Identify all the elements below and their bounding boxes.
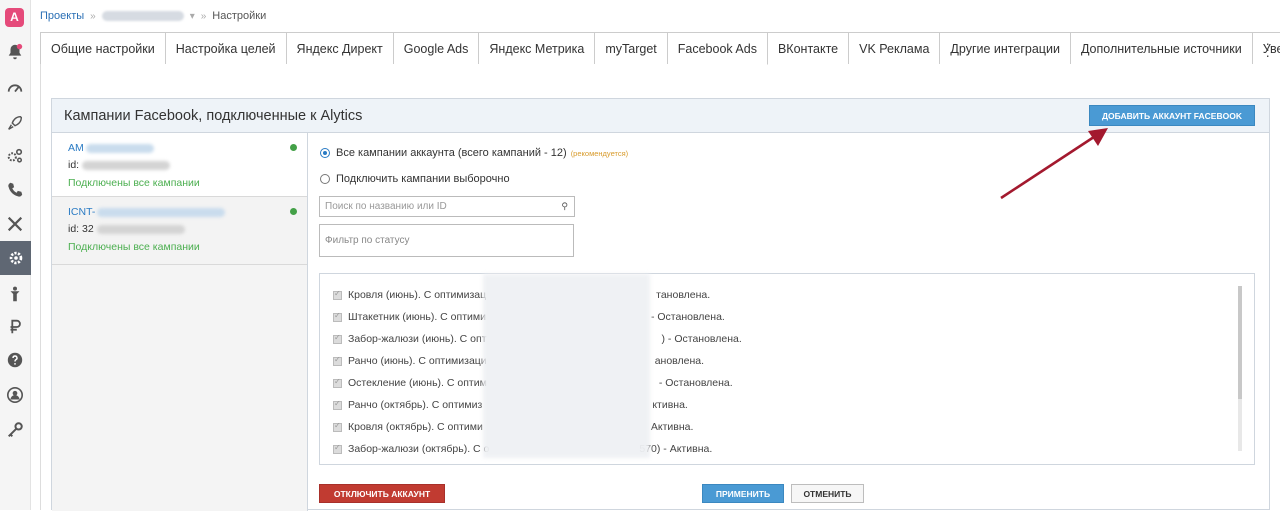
campaign-checkbox[interactable]	[333, 377, 342, 388]
account-name[interactable]: ICNT-	[68, 206, 307, 218]
account-item[interactable]: ICNT- id: 32 Подключены все кампании	[52, 197, 307, 265]
notifications-icon[interactable]	[4, 41, 26, 63]
account-status: Подключены все кампании	[68, 177, 200, 189]
panel-title: Кампании Facebook, подключенные к Alytic…	[64, 108, 363, 124]
campaign-checkbox[interactable]	[333, 399, 342, 410]
tab-general[interactable]: Общие настройки	[40, 32, 166, 64]
tab-google-ads[interactable]: Google Ads	[393, 32, 480, 64]
chevron-down-icon[interactable]: ▾	[190, 11, 195, 22]
tab-mytarget[interactable]: myTarget	[595, 32, 668, 64]
campaign-checkbox[interactable]	[333, 443, 342, 454]
breadcrumb-separator-icon: »	[90, 10, 96, 22]
tab-goals[interactable]: Настройка целей	[165, 32, 287, 64]
tab-additional-sources[interactable]: Дополнительные источники	[1070, 32, 1253, 64]
option-all-label: Все кампании аккаунта (всего кампаний - …	[336, 147, 567, 159]
account-list: AM id: Подключены все кампании ICNT- id:…	[52, 133, 308, 511]
campaign-checkbox[interactable]	[333, 311, 342, 322]
key-icon[interactable]	[4, 419, 26, 441]
tools-icon[interactable]	[4, 213, 26, 235]
radio-all-campaigns[interactable]	[320, 148, 330, 158]
person-icon[interactable]	[4, 283, 26, 305]
filter-placeholder: Фильтр по статусу	[325, 235, 410, 246]
add-facebook-account-button[interactable]: ДОБАВИТЬ АККАУНТ FACEBOOK	[1089, 105, 1255, 126]
breadcrumb: Проекты » ▾ » Настройки	[40, 10, 266, 22]
tab-yandex-direct[interactable]: Яндекс Директ	[286, 32, 394, 64]
option-selective-label: Подключить кампании выборочно	[336, 173, 510, 185]
user-profile-icon[interactable]	[4, 384, 26, 406]
tab-yandex-metrika[interactable]: Яндекс Метрика	[479, 32, 596, 64]
search-placeholder: Поиск по названию или ID	[325, 201, 447, 212]
radio-selective-campaigns[interactable]	[320, 174, 330, 184]
facebook-campaigns-panel: Кампании Facebook, подключенные к Alytic…	[51, 98, 1270, 511]
tab-vkontakte[interactable]: ВКонтакте	[767, 32, 850, 64]
icon-rail: A	[0, 0, 31, 510]
settings-tabs: Общие настройки Настройка целей Яндекс Д…	[40, 32, 1280, 65]
campaign-scrollbar-thumb[interactable]	[1238, 286, 1242, 399]
account-name[interactable]: AM	[68, 142, 307, 154]
tab-other-integrations[interactable]: Другие интеграции	[940, 32, 1071, 64]
status-dot-icon	[290, 144, 297, 151]
rocket-icon[interactable]	[4, 112, 26, 134]
cancel-button[interactable]: ОТМЕНИТЬ	[791, 484, 864, 503]
account-id: id:	[68, 159, 307, 171]
disconnect-account-button[interactable]: ОТКЛЮЧИТЬ АККАУНТ	[319, 484, 445, 503]
app-logo[interactable]: A	[5, 8, 24, 27]
campaign-checkbox[interactable]	[333, 355, 342, 366]
settings-gear-icon[interactable]	[0, 241, 31, 275]
help-icon[interactable]	[4, 349, 26, 371]
option-all-campaigns[interactable]: Все кампании аккаунта (всего кампаний - …	[320, 147, 628, 159]
search-icon: ⚲	[561, 201, 568, 211]
breadcrumb-separator-icon: »	[200, 10, 207, 22]
recommended-hint: (рекомендуется)	[570, 148, 629, 158]
account-id: id: 32	[68, 223, 307, 235]
search-input[interactable]: Поиск по названию или ID ⚲	[319, 196, 575, 217]
campaign-checkbox[interactable]	[333, 289, 342, 300]
campaign-checkbox[interactable]	[333, 421, 342, 432]
account-status: Подключены все кампании	[68, 241, 200, 253]
project-selector[interactable]	[101, 11, 184, 21]
status-filter-input[interactable]: Фильтр по статусу	[319, 224, 574, 257]
option-selective-campaigns[interactable]: Подключить кампании выборочно	[320, 173, 510, 185]
ruble-icon[interactable]	[4, 316, 26, 338]
redacted-ids-blur	[483, 274, 650, 458]
tab-facebook-ads[interactable]: Facebook Ads	[667, 32, 768, 65]
campaign-list: Кровля (июнь). С оптимизацтановлена. Шта…	[319, 273, 1255, 465]
more-tabs-kebab-icon[interactable]: · · ·	[1265, 36, 1270, 62]
account-item[interactable]: AM id: Подключены все кампании	[52, 133, 307, 197]
tab-vk-reklama[interactable]: VK Реклама	[849, 32, 941, 64]
apply-button[interactable]: ПРИМЕНИТЬ	[702, 484, 784, 503]
breadcrumb-projects-link[interactable]: Проекты	[40, 10, 84, 22]
breadcrumb-current: Настройки	[212, 10, 267, 22]
dashboard-gauge-icon[interactable]	[4, 77, 26, 99]
phone-icon[interactable]	[4, 179, 26, 201]
status-dot-icon	[290, 208, 297, 215]
campaign-checkbox[interactable]	[333, 333, 342, 344]
settings-cogs-icon[interactable]	[4, 145, 26, 167]
panel-header: Кампании Facebook, подключенные к Alytic…	[52, 99, 1269, 133]
